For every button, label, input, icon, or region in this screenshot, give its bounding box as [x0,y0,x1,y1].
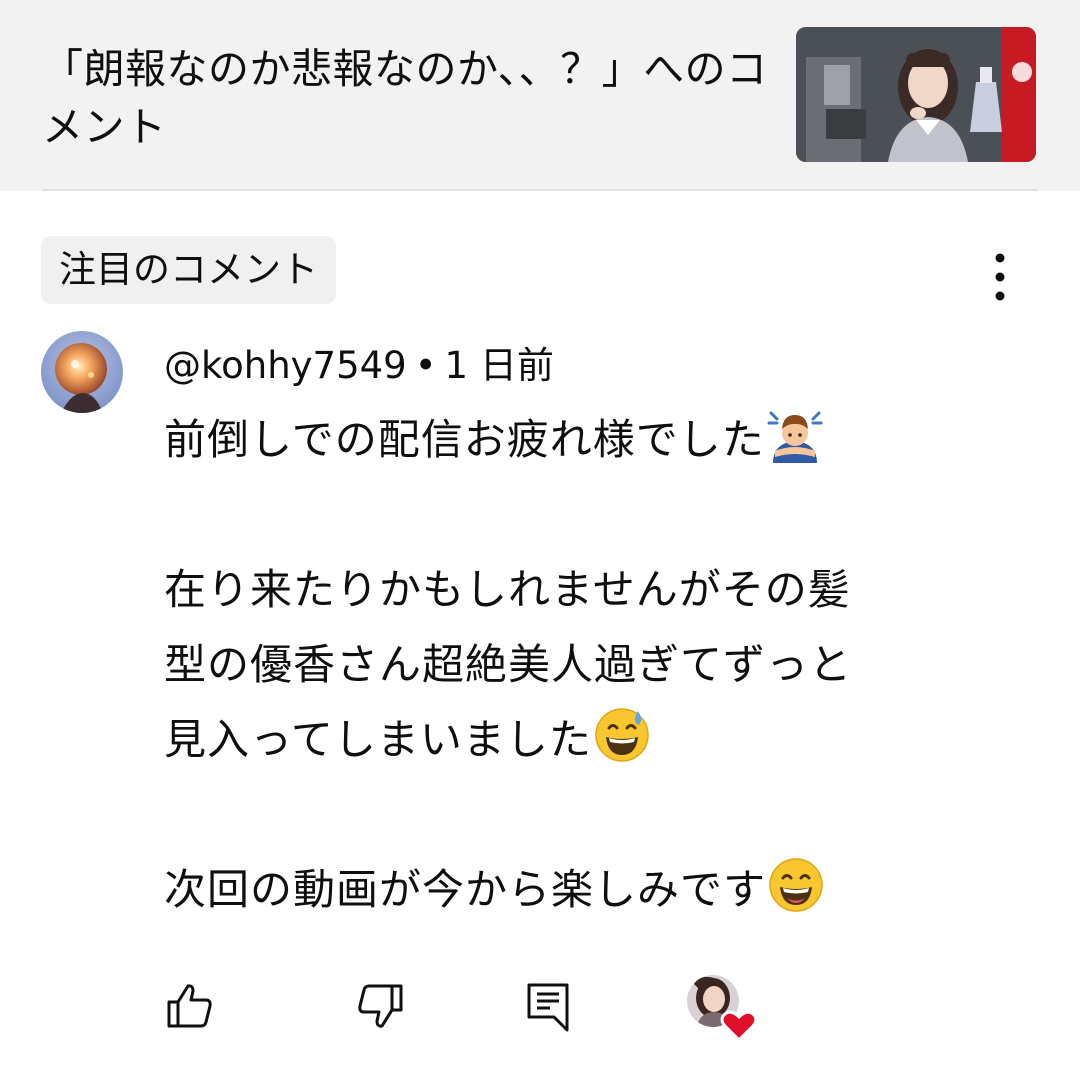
grinning-face-emoji [769,858,823,912]
comment-line: 次回の動画が今から楽しみです [164,852,974,927]
comment-meta: @kohhy7549 • 1 日前 [164,338,554,394]
reply-icon [527,983,569,1032]
comment-actions [0,970,1080,1050]
comment-line-blank [164,777,974,852]
creator-heart-icon [687,975,758,1043]
comment-line: 見入ってしまいました [164,702,974,777]
comment-line: 前倒しでの配信お疲れ様でした [164,402,974,477]
video-thumbnail-image [796,27,1036,162]
thumbs-up-icon [167,984,212,1028]
person-bowing-emoji [767,411,823,463]
comment-line: 在り来たりかもしれませんがその髪 [164,565,851,614]
creator-heart-badge[interactable] [686,974,760,1044]
avatar-image [41,331,123,413]
avatar[interactable] [41,331,123,413]
like-button[interactable] [160,976,220,1036]
comment-line: 型の優香さん超絶美人過ぎてずっと [164,640,853,689]
dislike-button[interactable] [350,976,410,1036]
thumbs-down-icon [358,984,403,1028]
more-vertical-icon[interactable] [978,250,1022,306]
grinning-sweat-emoji [595,708,649,762]
top-comments-chip[interactable]: 注目のコメント [41,236,336,304]
page-title: 「朗報なのか悲報なのか、、？」へのコメント [42,45,768,151]
reply-button[interactable] [518,976,578,1036]
comment-timestamp[interactable]: 1 日前 [445,344,554,387]
comment-author[interactable]: @kohhy7549 [164,344,407,387]
comment-line-blank [164,477,974,552]
comment-text: 前倒しでの配信お疲れ様でした 在り来たりかもしれませんがその髪 型の優香さん超絶… [164,402,974,927]
header-divider [42,189,1038,191]
comments-header: 「朗報なのか悲報なのか、、？」へのコメント [0,0,1080,191]
meta-separator: • [414,344,437,387]
video-thumbnail[interactable] [796,27,1036,162]
